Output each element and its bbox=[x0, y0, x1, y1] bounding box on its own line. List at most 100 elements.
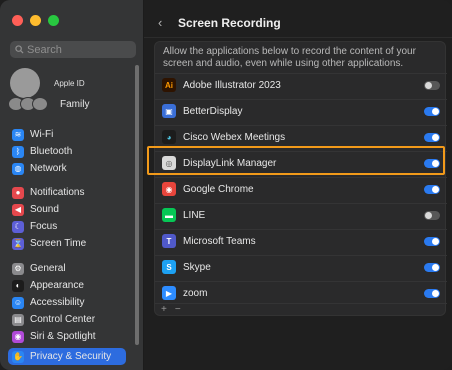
system-settings-window: Apple ID Family ≋ Wi-Fi ᛒ Bluetooth ◍ Network… bbox=[0, 0, 452, 370]
accessibility-icon: ☺ bbox=[12, 296, 24, 309]
siri-icon: ◉ bbox=[12, 330, 24, 343]
hourglass-icon: ⌛ bbox=[12, 237, 24, 250]
add-app-button[interactable]: + bbox=[161, 304, 167, 315]
sidebar-item-label: Bluetooth bbox=[30, 146, 73, 157]
speaker-icon: ◀ bbox=[12, 203, 24, 216]
permission-toggle[interactable] bbox=[424, 132, 440, 142]
permission-toggle[interactable] bbox=[424, 106, 440, 116]
header-divider bbox=[144, 37, 452, 38]
sidebar-item-focus[interactable]: ☾ Focus bbox=[10, 218, 126, 235]
app-row-line: ▬ LINE bbox=[155, 203, 447, 226]
permission-toggle[interactable] bbox=[424, 262, 440, 272]
permission-toggle[interactable] bbox=[424, 158, 440, 168]
sidebar-item-privacy-security[interactable]: ✋ Privacy & Security bbox=[8, 348, 126, 365]
sidebar-item-network[interactable]: ◍ Network bbox=[10, 160, 126, 177]
sidebar-item-label: Appearance bbox=[30, 280, 84, 291]
app-name: Adobe Illustrator 2023 bbox=[183, 79, 281, 91]
permission-toggle[interactable] bbox=[424, 210, 440, 220]
search-input[interactable] bbox=[27, 43, 127, 56]
apple-id-label: Apple ID bbox=[54, 78, 85, 88]
permission-toggle[interactable] bbox=[424, 80, 440, 90]
zoom-icon: ▶ bbox=[162, 286, 176, 300]
sidebar-item-label: Accessibility bbox=[30, 297, 85, 308]
sidebar-item-control-center[interactable]: ▤ Control Center bbox=[10, 311, 126, 328]
app-name: Skype bbox=[183, 261, 211, 273]
app-row-microsoft-teams: T Microsoft Teams bbox=[155, 229, 447, 252]
sidebar-item-label: Sound bbox=[30, 204, 59, 215]
displaylink-icon: ◎ bbox=[162, 156, 176, 170]
window-controls bbox=[12, 15, 59, 26]
sidebar-item-label: Network bbox=[30, 163, 67, 174]
network-icon: ◍ bbox=[12, 162, 24, 175]
sidebar-item-label: Wi-Fi bbox=[30, 129, 54, 140]
app-name: LINE bbox=[183, 209, 206, 221]
hand-icon: ✋ bbox=[12, 350, 24, 363]
gear-icon: ⚙ bbox=[12, 262, 24, 275]
close-window-button[interactable] bbox=[12, 15, 23, 26]
app-row-google-chrome: ◉ Google Chrome bbox=[155, 177, 447, 200]
family-item[interactable]: Family bbox=[8, 97, 89, 111]
search-field[interactable] bbox=[10, 41, 136, 58]
header: ‹ Screen Recording bbox=[158, 15, 281, 30]
chrome-icon: ◉ bbox=[162, 182, 176, 196]
permission-toggle[interactable] bbox=[424, 184, 440, 194]
line-icon: ▬ bbox=[162, 208, 176, 222]
minimize-window-button[interactable] bbox=[30, 15, 41, 26]
sidebar-item-bluetooth[interactable]: ᛒ Bluetooth bbox=[10, 143, 126, 160]
avatar bbox=[10, 68, 40, 98]
family-avatars bbox=[8, 97, 50, 111]
chevron-left-icon[interactable]: ‹ bbox=[158, 15, 172, 30]
bluetooth-icon: ᛒ bbox=[12, 145, 24, 158]
app-row-displaylink-manager: ◎ DisplayLink Manager bbox=[155, 151, 447, 174]
sidebar-item-label: Control Center bbox=[30, 314, 96, 325]
sidebar-item-notifications[interactable]: ● Notifications bbox=[10, 184, 126, 201]
sidebar-item-screen-time[interactable]: ⌛ Screen Time bbox=[10, 235, 126, 252]
teams-icon: T bbox=[162, 234, 176, 248]
skype-icon: S bbox=[162, 260, 176, 274]
sidebar-item-appearance[interactable]: ◐ Appearance bbox=[10, 277, 126, 294]
appearance-icon: ◐ bbox=[12, 279, 24, 292]
sidebar-item-label: Privacy & Security bbox=[30, 351, 112, 362]
family-label: Family bbox=[60, 98, 90, 110]
sidebar-item-siri-spotlight[interactable]: ◉ Siri & Spotlight bbox=[10, 328, 126, 345]
betterdisplay-icon: ▣ bbox=[162, 104, 176, 118]
sidebar-item-wi-fi[interactable]: ≋ Wi-Fi bbox=[10, 126, 126, 143]
app-list-panel: Allow the applications below to record t… bbox=[154, 41, 447, 316]
app-name: Cisco Webex Meetings bbox=[183, 131, 286, 143]
permission-toggle[interactable] bbox=[424, 288, 440, 298]
description-text: Allow the applications below to record t… bbox=[163, 46, 416, 69]
sidebar-item-accessibility[interactable]: ☺ Accessibility bbox=[10, 294, 126, 311]
app-row-betterdisplay: ▣ BetterDisplay bbox=[155, 99, 447, 122]
zoom-window-button[interactable] bbox=[48, 15, 59, 26]
webex-icon: ◕ bbox=[162, 130, 176, 144]
main-content: ‹ Screen Recording Allow the application… bbox=[144, 0, 452, 370]
sidebar-item-label: Focus bbox=[30, 221, 58, 232]
app-name: BetterDisplay bbox=[183, 105, 243, 117]
app-row-skype: S Skype bbox=[155, 255, 447, 278]
panel-footer: + − bbox=[155, 303, 447, 315]
sidebar-scrollbar[interactable] bbox=[135, 65, 139, 345]
search-icon bbox=[15, 45, 24, 54]
app-name: zoom bbox=[183, 287, 208, 299]
app-name: Microsoft Teams bbox=[183, 235, 256, 247]
sidebar-item-general[interactable]: ⚙ General bbox=[10, 260, 126, 277]
app-name: Google Chrome bbox=[183, 183, 254, 195]
illustrator-icon: Ai bbox=[162, 78, 176, 92]
app-name: DisplayLink Manager bbox=[183, 157, 277, 169]
sidebar: Apple ID Family ≋ Wi-Fi ᛒ Bluetooth ◍ Network… bbox=[0, 0, 144, 370]
wifi-icon: ≋ bbox=[12, 128, 24, 141]
remove-app-button[interactable]: − bbox=[175, 304, 181, 315]
page-title: Screen Recording bbox=[178, 15, 281, 30]
permission-toggle[interactable] bbox=[424, 236, 440, 246]
moon-icon: ☾ bbox=[12, 220, 24, 233]
app-row-cisco-webex-meetings: ◕ Cisco Webex Meetings bbox=[155, 125, 447, 148]
sidebar-item-label: Siri & Spotlight bbox=[30, 331, 96, 342]
app-row-adobe-illustrator-2023: Ai Adobe Illustrator 2023 bbox=[155, 73, 447, 96]
sidebar-item-label: Screen Time bbox=[30, 238, 87, 249]
sidebar-item-sound[interactable]: ◀ Sound bbox=[10, 201, 126, 218]
apple-id-item[interactable]: Apple ID bbox=[10, 68, 85, 98]
control-center-icon: ▤ bbox=[12, 313, 24, 326]
sidebar-item-label: Notifications bbox=[30, 187, 85, 198]
sidebar-item-label: General bbox=[30, 263, 66, 274]
bell-icon: ● bbox=[12, 186, 24, 199]
